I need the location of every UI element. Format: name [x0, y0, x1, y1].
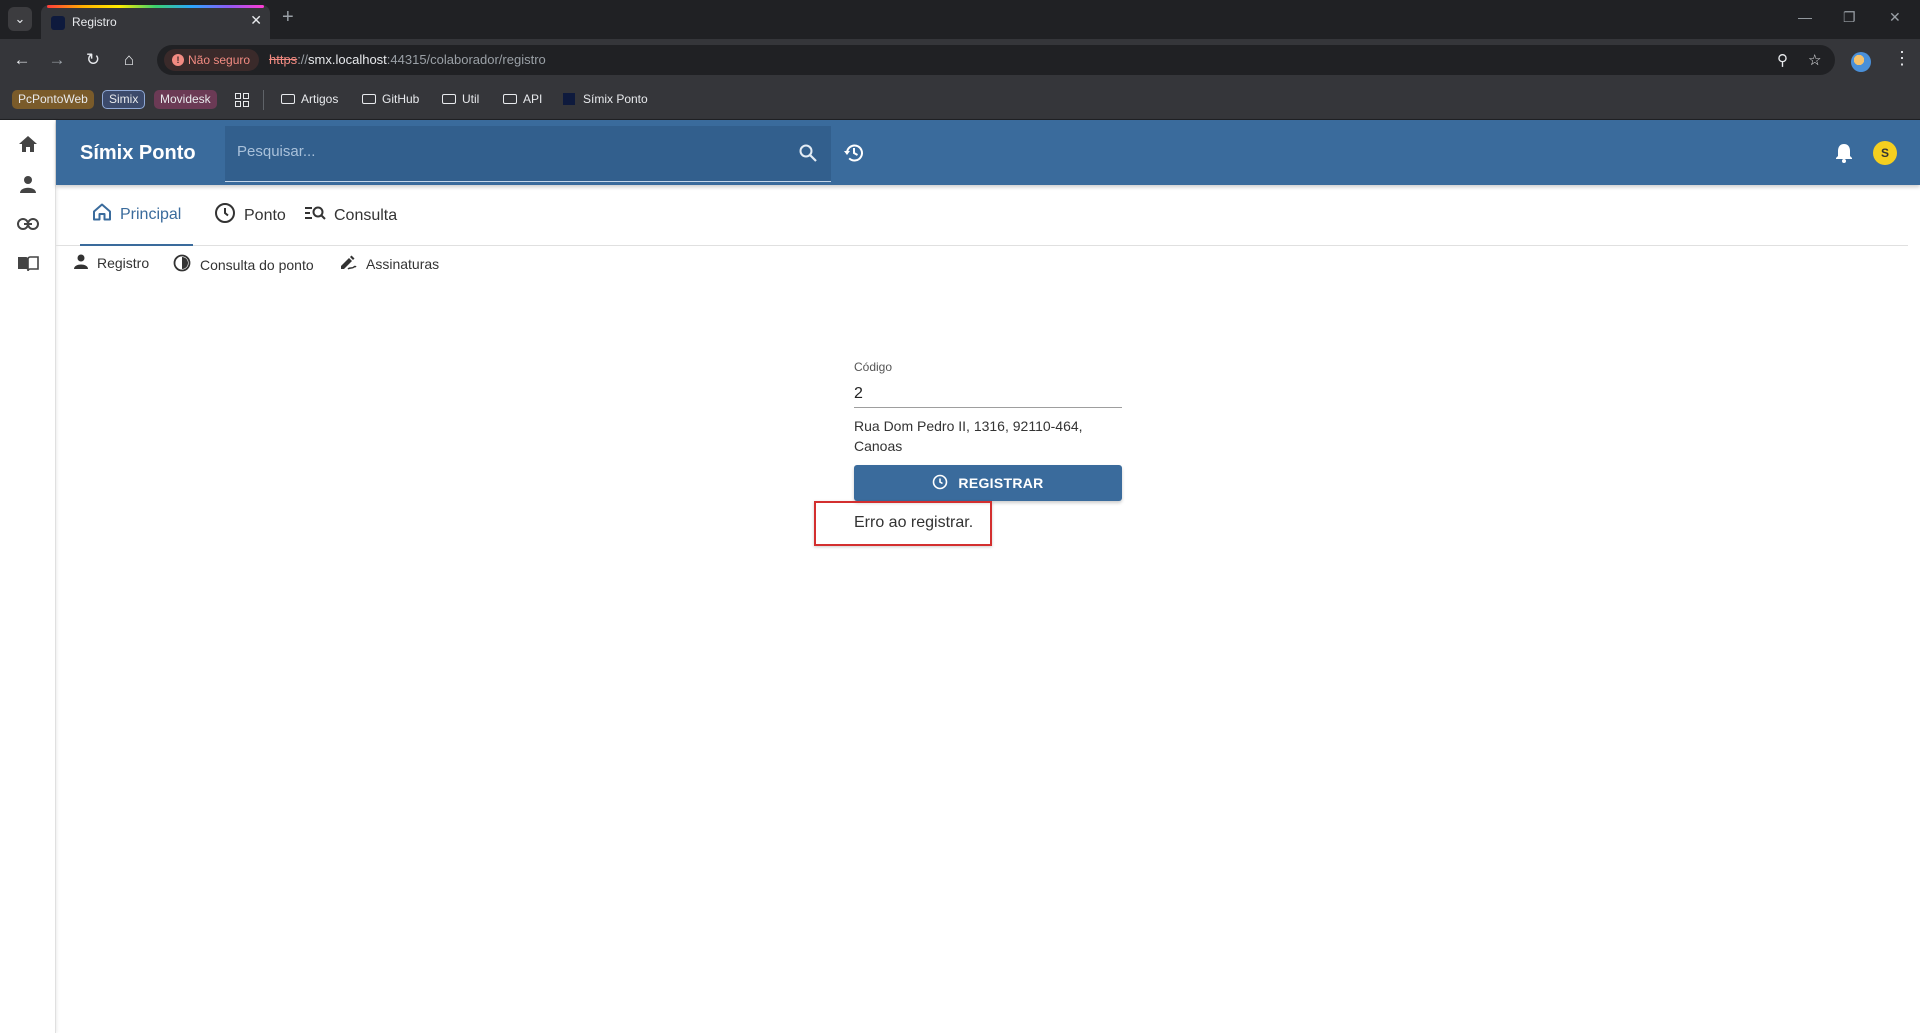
subnav-registro[interactable]: Registro — [74, 254, 149, 272]
search-icon[interactable] — [799, 144, 817, 167]
bookmark-folder-util[interactable]: Util — [442, 92, 479, 106]
tab-search-button[interactable]: ⌄ — [8, 7, 32, 31]
folder-icon — [362, 94, 376, 104]
subnav-label: Consulta do ponto — [200, 256, 314, 273]
bookmark-movidesk[interactable]: Movidesk — [154, 90, 217, 109]
reload-icon[interactable]: ↻ — [81, 48, 105, 72]
app-header: Símix Ponto S — [56, 120, 1920, 185]
register-button-label: REGISTRAR — [958, 475, 1044, 491]
tab-group-indicator — [47, 5, 264, 8]
restore-icon[interactable]: ❐ — [1843, 9, 1856, 26]
bookmark-folder-artigos[interactable]: Artigos — [281, 92, 338, 106]
window-close-icon[interactable]: ✕ — [1889, 9, 1901, 26]
security-label: Não seguro — [188, 53, 251, 67]
main-tabs: Principal Ponto Consulta — [56, 185, 1908, 246]
home-icon[interactable]: ⌂ — [117, 48, 141, 72]
link-icon[interactable] — [14, 210, 42, 238]
browser-toolbar: ← → ↻ ⌂ ! Não seguro https://smx.localho… — [0, 39, 1920, 80]
tab-consulta[interactable]: Consulta — [292, 185, 409, 246]
error-message: Erro ao registrar. — [854, 514, 974, 531]
back-icon[interactable]: ← — [10, 48, 34, 72]
tab-principal[interactable]: Principal — [80, 185, 194, 246]
search-list-icon — [304, 204, 326, 227]
address-line-2: Canoas — [854, 438, 903, 454]
forward-icon[interactable]: → — [45, 48, 69, 72]
bookmark-divider — [263, 90, 264, 110]
address-line-1: Rua Dom Pedro II, 1316, 92110-464, — [854, 418, 1083, 434]
registro-form: Código Rua Dom Pedro II, 1316, 92110-464… — [854, 360, 1122, 501]
subnav-label: Registro — [97, 255, 150, 271]
home-outline-icon — [92, 203, 112, 226]
security-indicator[interactable]: ! Não seguro — [164, 49, 260, 71]
bookmark-pcpontoweb[interactable]: PcPontoWeb — [12, 90, 94, 109]
apps-icon[interactable] — [235, 93, 249, 107]
subnav-assinaturas[interactable]: Assinaturas — [339, 254, 439, 273]
code-field[interactable] — [854, 380, 1122, 408]
menu-icon[interactable]: ⋮ — [1893, 48, 1911, 69]
avatar[interactable]: S — [1873, 141, 1897, 165]
url-path: :44315/colaborador/registro — [386, 52, 546, 67]
signature-icon — [339, 254, 357, 273]
book-icon[interactable] — [14, 250, 42, 278]
url-text: https://smx.localhost:44315/colaborador/… — [269, 52, 546, 67]
location-icon[interactable]: ⚲ — [1777, 51, 1788, 69]
tab-ponto[interactable]: Ponto — [202, 185, 298, 246]
bookmark-star-icon[interactable]: ☆ — [1808, 51, 1821, 69]
favicon-icon — [51, 16, 65, 30]
tab-label: Consulta — [334, 206, 398, 224]
folder-icon — [503, 94, 517, 104]
app-title: Símix Ponto — [80, 142, 196, 164]
person-icon[interactable] — [14, 170, 42, 198]
bookmark-simix[interactable]: Simix — [102, 90, 146, 109]
minimize-icon[interactable]: — — [1798, 9, 1812, 25]
bookmarks-bar: PcPontoWeb Simix Movidesk Artigos GitHub… — [0, 80, 1920, 120]
contrast-icon — [173, 254, 191, 275]
code-label: Código — [854, 360, 893, 374]
search-field[interactable] — [225, 126, 831, 182]
folder-icon — [442, 94, 456, 104]
url-separator: :// — [297, 52, 309, 67]
profile-avatar[interactable] — [1851, 52, 1871, 72]
tab-label: Principal — [120, 205, 182, 223]
folder-icon — [281, 94, 295, 104]
clock-icon — [214, 202, 236, 229]
new-tab-icon[interactable]: + — [282, 6, 294, 29]
address-text: Rua Dom Pedro II, 1316, 92110-464, Canoa… — [854, 416, 1122, 456]
address-bar[interactable]: ! Não seguro https://smx.localhost:44315… — [157, 45, 1835, 75]
browser-tab-strip: ⌄ Registro ✕ + — ❐ ✕ — [0, 0, 1920, 39]
close-icon[interactable]: ✕ — [250, 12, 262, 29]
subnav-consulta-do-ponto[interactable]: Consulta do ponto — [173, 254, 314, 275]
warning-icon: ! — [172, 54, 184, 66]
tab-label: Ponto — [244, 206, 286, 224]
bookmark-folder-github[interactable]: GitHub — [362, 92, 419, 106]
person-icon — [74, 254, 88, 272]
favicon-icon — [563, 93, 575, 105]
home-icon[interactable] — [14, 130, 42, 158]
url-scheme: https — [269, 52, 298, 67]
subnav-label: Assinaturas — [366, 255, 440, 272]
url-host: smx.localhost — [308, 52, 387, 67]
tab-title: Registro — [72, 15, 117, 29]
search-input[interactable] — [237, 143, 777, 160]
history-icon[interactable] — [843, 142, 865, 169]
bell-icon[interactable] — [1835, 142, 1853, 168]
bookmark-simix-ponto[interactable]: Símix Ponto — [563, 92, 648, 106]
app-sidebar — [0, 120, 56, 1033]
register-button[interactable]: REGISTRAR — [854, 465, 1122, 501]
clock-icon — [932, 474, 948, 493]
browser-tab[interactable]: Registro ✕ — [41, 5, 270, 39]
bookmark-folder-api[interactable]: API — [503, 92, 542, 106]
